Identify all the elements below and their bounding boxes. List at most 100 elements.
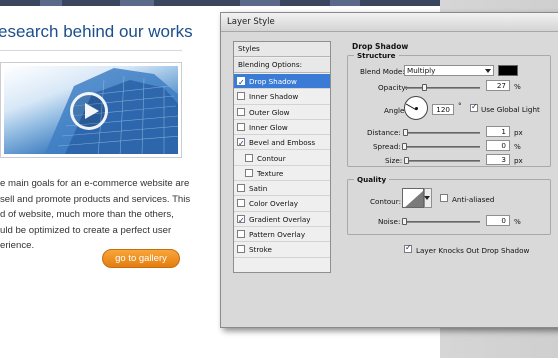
style-item-label: Contour	[257, 153, 286, 163]
spread-slider[interactable]	[402, 143, 480, 150]
style-item-label: Bevel and Emboss	[249, 138, 316, 148]
distance-input[interactable]: 1	[486, 126, 510, 137]
style-item-label: Satin	[249, 184, 268, 194]
shadow-color-swatch[interactable]	[498, 65, 518, 76]
pattern-overlay-checkbox[interactable]	[237, 230, 245, 238]
style-item-stroke[interactable]: Stroke	[234, 242, 330, 258]
paragraph-line: e main goals for an e-commerce website a…	[0, 178, 190, 189]
style-item-pattern-overlay[interactable]: Pattern Overlay	[234, 227, 330, 243]
color-overlay-checkbox[interactable]	[237, 199, 245, 208]
stroke-checkbox[interactable]	[237, 245, 245, 254]
style-item-label: Color Overlay	[249, 199, 298, 209]
distance-unit: px	[514, 128, 523, 137]
style-item-inner-glow[interactable]: Inner Glow	[234, 120, 330, 136]
building-photo	[4, 66, 178, 154]
style-item-satin[interactable]: Satin	[234, 181, 330, 197]
blending-options-item[interactable]: Blending Options: Custom	[234, 58, 330, 83]
contour-label: Contour:	[370, 197, 401, 206]
layer-knocks-out-checkbox[interactable]	[404, 243, 412, 253]
style-item-outer-glow[interactable]: Outer Glow	[234, 105, 330, 120]
go-to-gallery-button[interactable]: go to gallery	[102, 249, 180, 268]
drop-shadow-options: Drop Shadow Structure Blend Mode: Multip…	[341, 41, 555, 281]
noise-unit: %	[514, 217, 521, 226]
blend-mode-select[interactable]: Multiply	[404, 65, 494, 76]
size-input[interactable]: 3	[486, 154, 510, 165]
style-item-drop-shadow[interactable]: Drop Shadow	[234, 74, 330, 90]
drop-shadow-checkbox[interactable]	[237, 75, 245, 90]
video-thumbnail-frame[interactable]	[0, 62, 182, 158]
style-item-texture[interactable]: Texture	[234, 166, 330, 182]
dialog-title: Layer Style	[227, 17, 275, 27]
style-item-label: Inner Glow	[249, 122, 288, 132]
quality-title: Quality	[354, 175, 390, 184]
style-item-label: Stroke	[249, 245, 272, 255]
style-item-label: Outer Glow	[249, 107, 290, 117]
style-item-label: Inner Shadow	[249, 92, 299, 102]
distance-label: Distance:	[367, 128, 401, 137]
intro-paragraph: e main goals for an e-commerce website a…	[0, 176, 191, 254]
opacity-slider[interactable]	[404, 84, 480, 91]
paragraph-line: d of website, much more than the others,	[0, 209, 174, 220]
style-item-color-overlay[interactable]: Color Overlay	[234, 196, 330, 212]
layer-knocks-out-label: Layer Knocks Out Drop Shadow	[416, 246, 530, 255]
blend-mode-value: Multiply	[407, 66, 436, 75]
style-item-bevel-and-emboss[interactable]: Bevel and Emboss	[234, 135, 330, 151]
style-item-gradient-overlay[interactable]: Gradient Overlay	[234, 212, 330, 228]
dialog-titlebar[interactable]: Layer Style	[221, 13, 558, 32]
size-slider[interactable]	[404, 157, 480, 164]
spread-input[interactable]: 0	[486, 140, 510, 151]
size-unit: px	[514, 156, 523, 165]
contour-curve-icon	[405, 191, 423, 207]
anti-aliased-label: Anti-aliased	[452, 195, 495, 204]
styles-list: Styles Blending Options: Custom Drop Sha…	[233, 41, 331, 273]
contour-dropdown[interactable]	[424, 188, 432, 208]
angle-input[interactable]: 120	[432, 104, 454, 115]
use-global-light-label: Use Global Light	[481, 105, 540, 114]
spread-label: Spread:	[373, 142, 401, 151]
header-image-strip	[0, 0, 440, 6]
opacity-slider-thumb[interactable]	[421, 84, 427, 91]
structure-group: Structure Blend Mode: Multiply Opacity: …	[347, 51, 551, 167]
style-item-contour[interactable]: Contour	[234, 151, 330, 166]
gradient-overlay-checkbox[interactable]	[237, 213, 245, 228]
size-label: Size:	[385, 156, 403, 165]
inner-glow-checkbox[interactable]	[237, 122, 245, 131]
noise-input[interactable]: 0	[486, 215, 510, 226]
paragraph-line: sell and promote products and services. …	[0, 193, 191, 205]
use-global-light-checkbox[interactable]	[470, 102, 478, 112]
distance-slider[interactable]	[403, 129, 480, 136]
bevel-and-emboss-checkbox[interactable]	[237, 136, 245, 151]
spread-slider-thumb[interactable]	[402, 143, 407, 150]
chevron-down-icon	[485, 69, 491, 73]
contour-checkbox[interactable]	[245, 153, 253, 162]
paragraph-line: uld be optimized to create a perfect use…	[0, 224, 172, 236]
noise-slider[interactable]	[402, 218, 480, 225]
noise-label: Noise:	[378, 217, 401, 226]
page-heading: esearch behind our works	[0, 22, 193, 41]
noise-slider-thumb[interactable]	[402, 218, 407, 225]
heading-divider	[0, 50, 182, 51]
contour-preview[interactable]	[402, 188, 424, 208]
angle-dial-icon[interactable]	[404, 96, 428, 120]
structure-title: Structure	[354, 51, 399, 60]
style-item-label: Drop Shadow	[249, 77, 297, 86]
anti-aliased-checkbox[interactable]	[440, 194, 448, 202]
opacity-input[interactable]: 27	[486, 80, 510, 91]
style-item-label: Gradient Overlay	[249, 214, 311, 224]
satin-checkbox[interactable]	[237, 184, 245, 193]
section-title: Drop Shadow	[352, 42, 409, 51]
size-slider-thumb[interactable]	[404, 157, 409, 164]
opacity-unit: %	[514, 82, 521, 91]
style-item-label: Pattern Overlay	[249, 230, 306, 239]
styles-header[interactable]: Styles	[234, 42, 330, 57]
play-icon[interactable]	[70, 92, 108, 130]
blend-mode-label: Blend Mode:	[360, 67, 405, 76]
style-item-inner-shadow[interactable]: Inner Shadow	[234, 89, 330, 105]
texture-checkbox[interactable]	[245, 168, 253, 177]
layer-style-dialog: Layer Style Styles Blending Options: Cus…	[220, 12, 558, 328]
distance-slider-thumb[interactable]	[403, 129, 408, 136]
degree-symbol: °	[458, 101, 462, 110]
inner-shadow-checkbox[interactable]	[237, 92, 245, 101]
chevron-down-icon	[424, 196, 430, 200]
outer-glow-checkbox[interactable]	[237, 107, 245, 116]
